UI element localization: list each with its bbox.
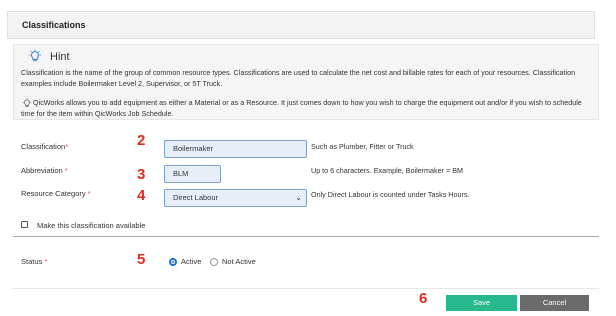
hint-text-equipment: QicWorks allows you to add equipment as … [21, 98, 582, 118]
status-active-radio[interactable] [169, 258, 177, 266]
panel-title: Classifications [22, 20, 86, 30]
chevron-down-icon: ⌄ [295, 193, 302, 202]
available-checkbox[interactable] [21, 221, 28, 228]
resource-category-select[interactable]: Direct Labour ⌄ [164, 189, 307, 207]
status-not-active-label: Not Active [222, 257, 256, 266]
abbreviation-input[interactable]: BLM [164, 165, 221, 183]
annotation-2: 2 [137, 132, 146, 149]
annotation-4: 4 [137, 187, 146, 204]
resource-category-label: Resource Category * [21, 189, 91, 198]
hint-title: Hint [50, 51, 70, 63]
abbreviation-help: Up to 6 characters. Example, Boilermaker… [311, 166, 463, 175]
section-divider [13, 236, 599, 237]
annotation-3: 3 [137, 166, 146, 183]
classification-label: Classification* [21, 142, 69, 151]
annotation-6: 6 [419, 290, 428, 307]
save-button[interactable]: Save [446, 295, 517, 311]
panel-header: Classifications [7, 11, 595, 39]
available-label: Make this classification available [37, 221, 146, 230]
footer-divider [13, 288, 599, 289]
abbreviation-label: Abbreviation * [21, 166, 68, 175]
annotation-5: 5 [137, 251, 146, 268]
status-active-label: Active [181, 257, 202, 266]
status-label: Status * [21, 257, 48, 266]
classification-help: Such as Plumber, Fitter or Truck [311, 142, 414, 151]
resource-category-help: Only Direct Labour is counted under Task… [311, 190, 470, 199]
cancel-button[interactable]: Cancel [520, 295, 589, 311]
resource-category-value: Direct Labour [173, 193, 219, 202]
hint-text: Classification is the name of the group … [21, 68, 576, 88]
classification-input[interactable]: Boilermaker [164, 140, 307, 158]
lightbulb-icon [29, 49, 41, 62]
status-not-active-radio[interactable] [210, 258, 218, 266]
hint-box: Hint Classification is the name of the g… [13, 44, 599, 120]
